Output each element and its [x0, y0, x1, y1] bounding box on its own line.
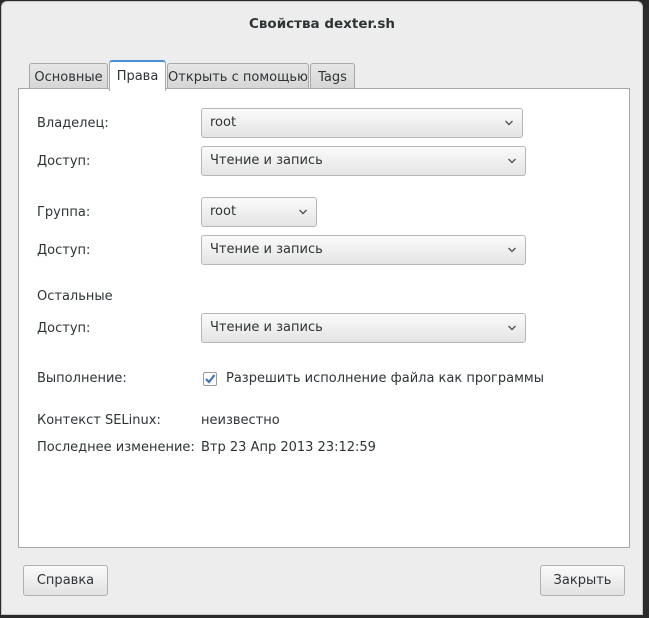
owner-access-label: Доступ:: [37, 154, 91, 169]
owner-value: root: [210, 115, 237, 130]
group-access-combo[interactable]: Чтение и запись: [201, 235, 526, 265]
modified-label: Последнее изменение:: [37, 440, 195, 455]
execute-checkbox[interactable]: [203, 372, 217, 386]
group-value: root: [210, 204, 237, 219]
dialog-title: Свойства dexter.sh: [248, 16, 395, 32]
chevron-down-icon: [508, 325, 516, 331]
help-button[interactable]: Справка: [23, 565, 108, 596]
properties-dialog: Свойства dexter.sh Основные Права Открыт…: [1, 1, 643, 615]
close-button[interactable]: Закрыть: [540, 565, 625, 596]
group-access-label: Доступ:: [37, 243, 91, 258]
tab-permissions[interactable]: Права: [109, 60, 166, 91]
others-label: Остальные: [37, 289, 113, 304]
group-access-value: Чтение и запись: [210, 242, 323, 257]
others-access-combo[interactable]: Чтение и запись: [201, 313, 526, 343]
owner-label: Владелец:: [37, 116, 109, 131]
owner-access-combo[interactable]: Чтение и запись: [201, 146, 526, 176]
execute-checkbox-label[interactable]: Разрешить исполнение файла как программы: [226, 371, 544, 386]
chevron-down-icon: [299, 209, 307, 215]
checkmark-icon: [205, 374, 216, 384]
selinux-label: Контекст SELinux:: [37, 413, 161, 428]
group-label: Группа:: [37, 205, 91, 220]
modified-value: Втр 23 Апр 2013 23:12:59: [201, 440, 376, 455]
group-combo[interactable]: root: [201, 197, 317, 227]
chevron-down-icon: [505, 120, 513, 126]
tab-basic[interactable]: Основные: [29, 63, 108, 90]
selinux-value: неизвестно: [201, 413, 280, 428]
permissions-panel: Владелец: root Доступ: Чтение и запись Г…: [18, 88, 630, 548]
others-access-label: Доступ:: [37, 321, 91, 336]
execute-label: Выполнение:: [37, 371, 127, 386]
owner-combo[interactable]: root: [201, 108, 523, 138]
chevron-down-icon: [508, 158, 516, 164]
others-access-value: Чтение и запись: [210, 320, 323, 335]
tab-tags[interactable]: Tags: [310, 63, 355, 90]
owner-access-value: Чтение и запись: [210, 153, 323, 168]
tab-open-with[interactable]: Открыть с помощью: [167, 63, 309, 90]
chevron-down-icon: [508, 247, 516, 253]
